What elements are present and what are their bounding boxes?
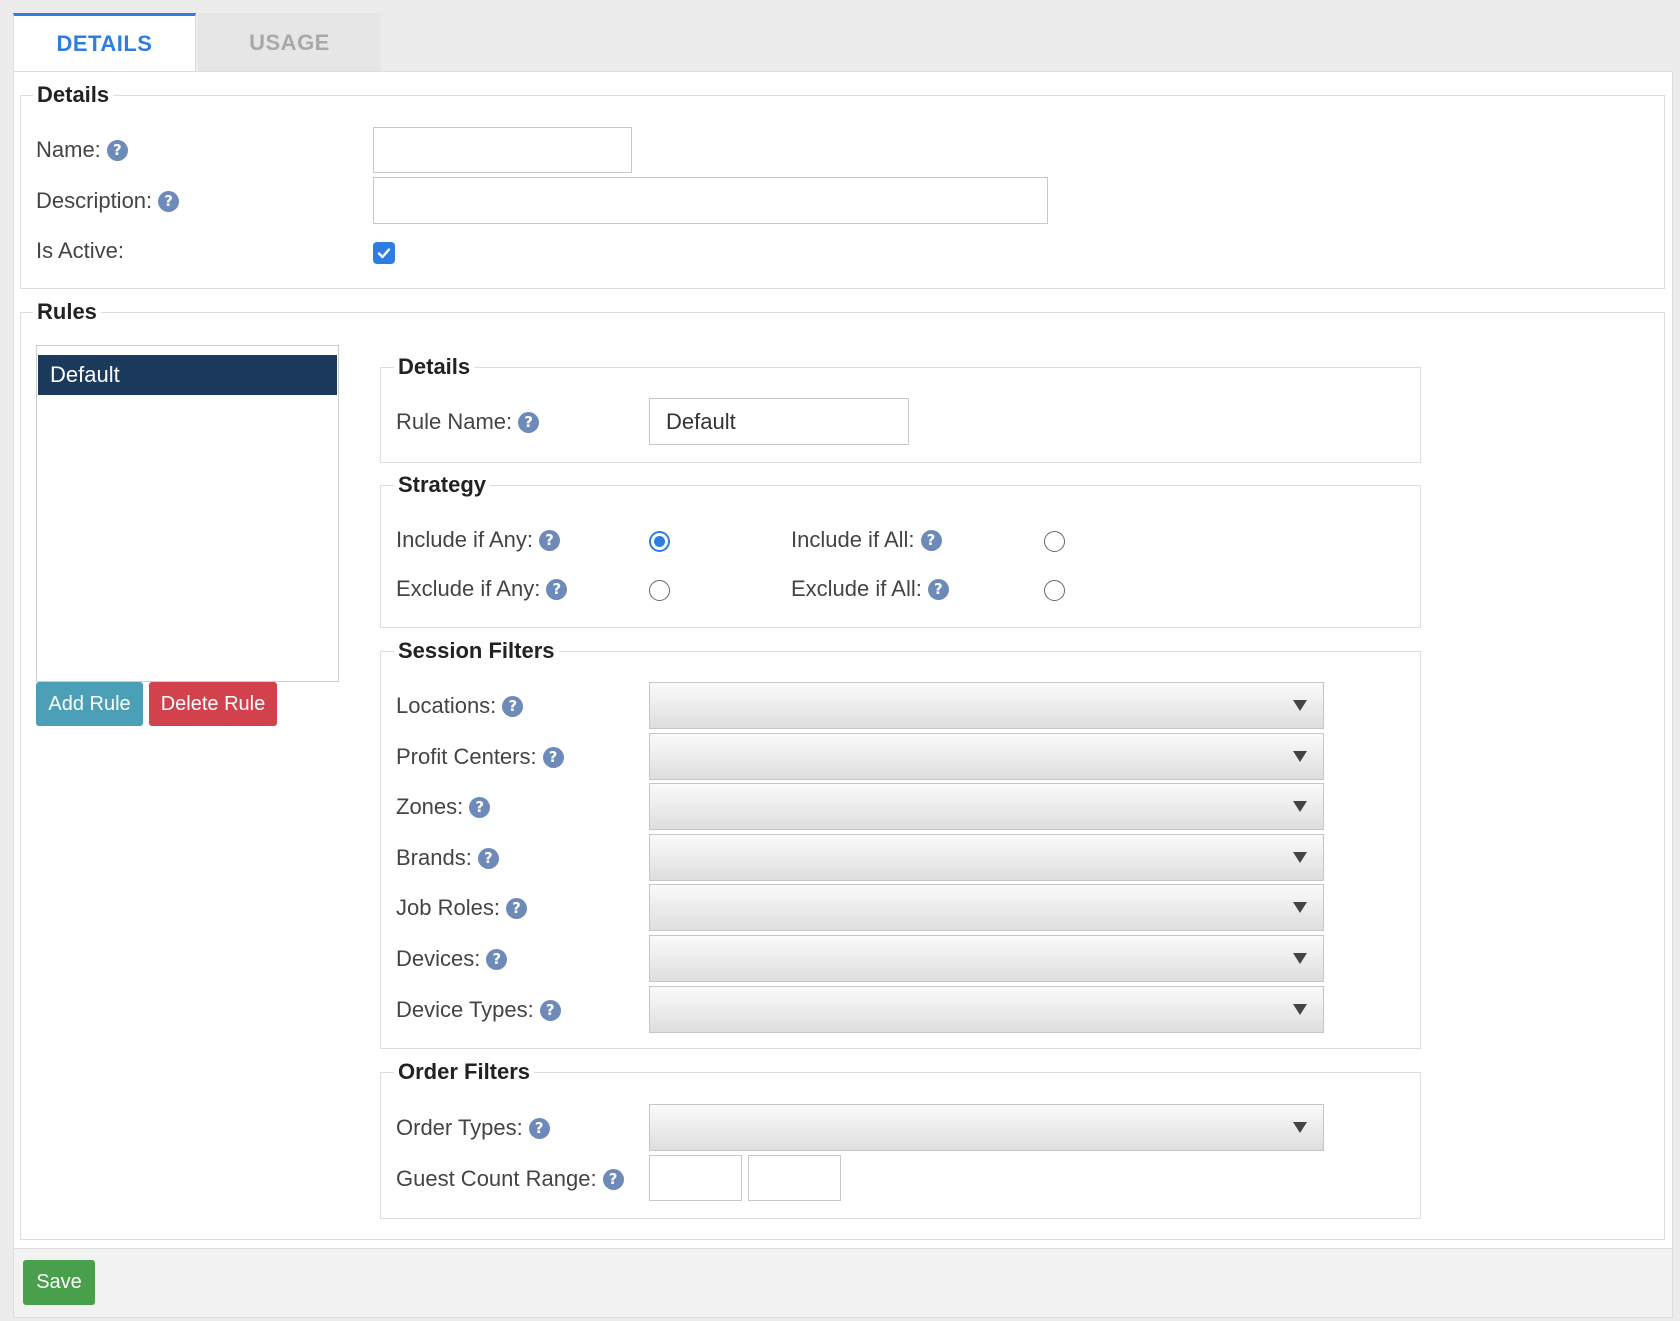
exclude-all-label: Exclude if All: ? <box>791 576 949 602</box>
job-roles-select[interactable] <box>649 884 1324 931</box>
zones-label: Zones: ? <box>396 794 491 820</box>
help-icon[interactable]: ? <box>469 796 491 818</box>
caret-down-icon <box>1293 801 1307 812</box>
is-active-label: Is Active: <box>36 238 125 263</box>
add-rule-button[interactable]: Add Rule <box>36 682 143 726</box>
check-icon <box>377 248 391 259</box>
help-icon[interactable]: ? <box>486 948 508 970</box>
devices-label: Devices: ? <box>396 946 508 972</box>
brands-label: Brands: ? <box>396 845 499 871</box>
strategy-fieldset <box>380 485 1421 628</box>
footer-bar <box>13 1249 1673 1318</box>
help-icon[interactable]: ? <box>528 1117 550 1139</box>
help-icon[interactable]: ? <box>602 1168 624 1190</box>
guest-count-range-label: Guest Count Range: ? <box>396 1166 624 1192</box>
help-icon[interactable]: ? <box>505 897 527 919</box>
strategy-legend: Strategy <box>394 472 491 498</box>
tab-usage[interactable]: USAGE <box>198 13 381 72</box>
help-icon[interactable]: ? <box>542 746 564 768</box>
rule-details-legend: Details <box>394 354 475 380</box>
order-types-select[interactable] <box>649 1104 1324 1151</box>
help-icon[interactable]: ? <box>920 529 942 551</box>
exclude-all-radio[interactable] <box>1044 580 1065 601</box>
order-types-label: Order Types: ? <box>396 1115 550 1141</box>
help-icon[interactable]: ? <box>502 695 524 717</box>
help-icon[interactable]: ? <box>538 529 560 551</box>
help-icon[interactable]: ? <box>927 578 949 600</box>
caret-down-icon <box>1293 953 1307 964</box>
profit-centers-select[interactable] <box>649 733 1324 780</box>
caret-down-icon <box>1293 902 1307 913</box>
rule-list-item-default[interactable]: Default <box>38 355 337 395</box>
devices-select[interactable] <box>649 935 1324 982</box>
caret-down-icon <box>1293 700 1307 711</box>
session-filters-legend: Session Filters <box>394 638 559 664</box>
device-types-label: Device Types: ? <box>396 997 561 1023</box>
job-roles-label: Job Roles: ? <box>396 895 527 921</box>
help-icon[interactable]: ? <box>546 578 568 600</box>
include-any-label: Include if Any: ? <box>396 527 560 553</box>
caret-down-icon <box>1293 751 1307 762</box>
device-types-select[interactable] <box>649 986 1324 1033</box>
caret-down-icon <box>1293 1004 1307 1015</box>
locations-select[interactable] <box>649 682 1324 729</box>
guest-count-min-input[interactable] <box>649 1155 742 1201</box>
help-icon[interactable]: ? <box>106 139 128 161</box>
rules-legend: Rules <box>33 299 101 325</box>
include-any-radio[interactable] <box>649 531 670 552</box>
help-icon[interactable]: ? <box>158 190 180 212</box>
help-icon[interactable]: ? <box>477 847 499 869</box>
help-icon[interactable]: ? <box>518 411 540 433</box>
exclude-any-radio[interactable] <box>649 580 670 601</box>
save-button[interactable]: Save <box>23 1260 95 1305</box>
include-all-radio[interactable] <box>1044 531 1065 552</box>
rules-list[interactable]: Default <box>36 345 339 682</box>
include-all-label: Include if All: ? <box>791 527 942 553</box>
brands-select[interactable] <box>649 834 1324 881</box>
help-icon[interactable]: ? <box>539 999 561 1021</box>
tab-details[interactable]: DETAILS <box>13 13 196 72</box>
is-active-checkbox[interactable] <box>373 242 395 264</box>
name-input[interactable] <box>373 127 632 173</box>
name-label: Name: ? <box>36 137 128 163</box>
delete-rule-button[interactable]: Delete Rule <box>149 682 277 726</box>
exclude-any-label: Exclude if Any: ? <box>396 576 568 602</box>
zones-select[interactable] <box>649 783 1324 830</box>
description-input[interactable] <box>373 177 1048 224</box>
guest-count-max-input[interactable] <box>748 1155 841 1201</box>
caret-down-icon <box>1293 852 1307 863</box>
description-label: Description: ? <box>36 188 180 214</box>
rule-name-label: Rule Name: ? <box>396 409 540 435</box>
profit-centers-label: Profit Centers: ? <box>396 744 564 770</box>
details-legend: Details <box>33 82 114 108</box>
order-filters-legend: Order Filters <box>394 1059 535 1085</box>
rule-name-input[interactable] <box>649 398 909 445</box>
caret-down-icon <box>1293 1122 1307 1133</box>
locations-label: Locations: ? <box>396 693 524 719</box>
